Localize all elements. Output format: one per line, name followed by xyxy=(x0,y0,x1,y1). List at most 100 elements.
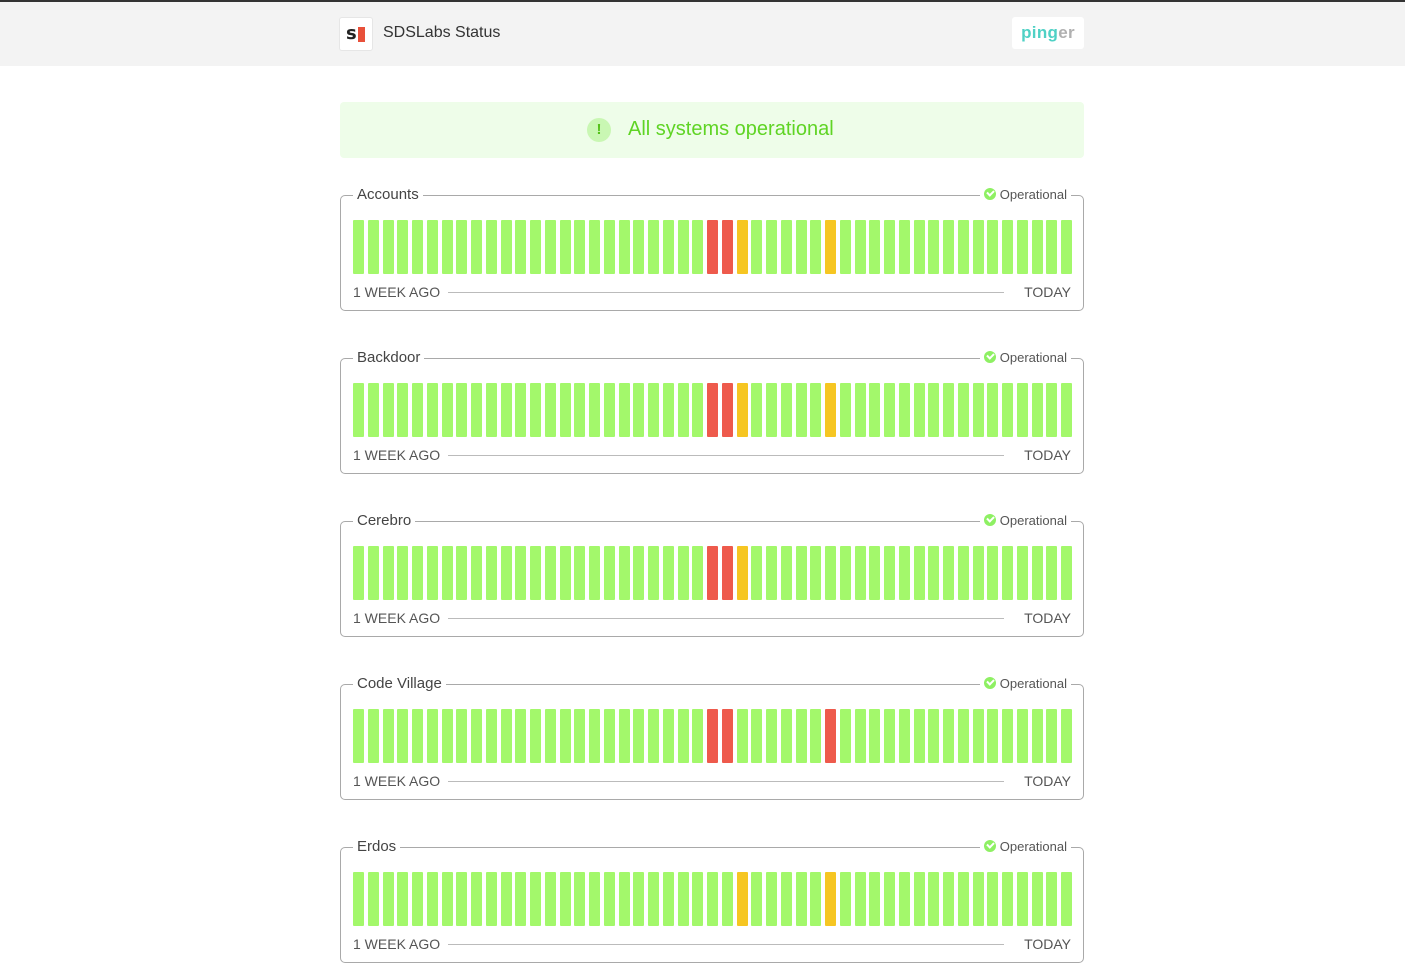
uptime-bar[interactable] xyxy=(1016,709,1028,763)
uptime-bar[interactable] xyxy=(707,546,718,600)
uptime-bar[interactable] xyxy=(884,709,895,763)
uptime-bar[interactable] xyxy=(426,220,438,274)
uptime-bar[interactable] xyxy=(825,546,836,600)
uptime-bar[interactable] xyxy=(928,383,940,437)
uptime-bar[interactable] xyxy=(839,709,851,763)
uptime-bar[interactable] xyxy=(721,546,733,600)
uptime-bar[interactable] xyxy=(766,220,777,274)
uptime-bar[interactable] xyxy=(795,220,807,274)
uptime-bar[interactable] xyxy=(692,546,704,600)
uptime-bar[interactable] xyxy=(574,383,586,437)
uptime-bar[interactable] xyxy=(795,546,807,600)
uptime-bar[interactable] xyxy=(1061,220,1072,274)
uptime-bar[interactable] xyxy=(795,383,807,437)
uptime-bar[interactable] xyxy=(412,709,423,763)
uptime-bar[interactable] xyxy=(441,383,453,437)
uptime-bar[interactable] xyxy=(854,872,866,926)
uptime-bar[interactable] xyxy=(633,546,645,600)
uptime-bar[interactable] xyxy=(780,709,792,763)
uptime-bar[interactable] xyxy=(721,220,733,274)
uptime-bar[interactable] xyxy=(869,709,881,763)
uptime-bar[interactable] xyxy=(943,872,954,926)
uptime-bar[interactable] xyxy=(441,709,453,763)
uptime-bar[interactable] xyxy=(471,872,482,926)
uptime-bar[interactable] xyxy=(913,546,925,600)
uptime-bar[interactable] xyxy=(707,220,718,274)
uptime-bar[interactable] xyxy=(530,709,541,763)
uptime-bar[interactable] xyxy=(353,220,364,274)
uptime-bar[interactable] xyxy=(412,872,423,926)
uptime-bar[interactable] xyxy=(707,383,718,437)
uptime-bar[interactable] xyxy=(485,709,497,763)
uptime-bar[interactable] xyxy=(780,546,792,600)
uptime-bar[interactable] xyxy=(485,872,497,926)
uptime-bar[interactable] xyxy=(972,709,984,763)
uptime-bar[interactable] xyxy=(662,220,674,274)
uptime-bar[interactable] xyxy=(353,383,364,437)
uptime-bar[interactable] xyxy=(810,709,822,763)
uptime-bar[interactable] xyxy=(603,546,615,600)
uptime-bar[interactable] xyxy=(898,383,910,437)
uptime-bar[interactable] xyxy=(677,709,689,763)
uptime-bar[interactable] xyxy=(1031,220,1043,274)
uptime-bar[interactable] xyxy=(1016,220,1028,274)
uptime-bar[interactable] xyxy=(589,709,600,763)
uptime-bar[interactable] xyxy=(662,383,674,437)
uptime-bar[interactable] xyxy=(692,383,704,437)
uptime-bar[interactable] xyxy=(780,872,792,926)
uptime-bar[interactable] xyxy=(515,383,527,437)
uptime-bar[interactable] xyxy=(382,709,394,763)
uptime-bar[interactable] xyxy=(957,872,969,926)
uptime-bar[interactable] xyxy=(736,709,748,763)
uptime-bar[interactable] xyxy=(736,220,748,274)
uptime-bar[interactable] xyxy=(603,872,615,926)
uptime-bar[interactable] xyxy=(500,546,512,600)
uptime-bar[interactable] xyxy=(810,383,822,437)
uptime-bar[interactable] xyxy=(618,709,630,763)
uptime-bar[interactable] xyxy=(441,872,453,926)
uptime-bar[interactable] xyxy=(662,709,674,763)
uptime-bar[interactable] xyxy=(884,872,895,926)
uptime-bar[interactable] xyxy=(913,383,925,437)
uptime-bar[interactable] xyxy=(957,709,969,763)
uptime-bar[interactable] xyxy=(574,220,586,274)
uptime-bar[interactable] xyxy=(795,709,807,763)
uptime-bar[interactable] xyxy=(1061,872,1072,926)
uptime-bar[interactable] xyxy=(382,220,394,274)
uptime-bar[interactable] xyxy=(500,383,512,437)
uptime-bar[interactable] xyxy=(766,872,777,926)
uptime-bar[interactable] xyxy=(515,872,527,926)
uptime-bar[interactable] xyxy=(928,709,940,763)
uptime-bar[interactable] xyxy=(869,546,881,600)
uptime-bar[interactable] xyxy=(810,220,822,274)
uptime-bar[interactable] xyxy=(500,220,512,274)
uptime-bar[interactable] xyxy=(485,546,497,600)
uptime-bar[interactable] xyxy=(1002,383,1013,437)
uptime-bar[interactable] xyxy=(854,709,866,763)
uptime-bar[interactable] xyxy=(1031,872,1043,926)
uptime-bar[interactable] xyxy=(751,872,763,926)
uptime-bar[interactable] xyxy=(618,383,630,437)
uptime-bar[interactable] xyxy=(441,220,453,274)
uptime-bar[interactable] xyxy=(825,709,836,763)
uptime-bar[interactable] xyxy=(500,872,512,926)
uptime-bar[interactable] xyxy=(530,383,541,437)
uptime-bar[interactable] xyxy=(574,709,586,763)
uptime-bar[interactable] xyxy=(943,220,954,274)
uptime-bar[interactable] xyxy=(397,220,409,274)
uptime-bar[interactable] xyxy=(854,546,866,600)
uptime-bar[interactable] xyxy=(810,546,822,600)
uptime-bar[interactable] xyxy=(485,220,497,274)
uptime-bar[interactable] xyxy=(559,546,571,600)
uptime-bar[interactable] xyxy=(544,872,556,926)
uptime-bar[interactable] xyxy=(530,546,541,600)
uptime-bar[interactable] xyxy=(869,872,881,926)
uptime-bar[interactable] xyxy=(1031,546,1043,600)
uptime-bar[interactable] xyxy=(618,220,630,274)
uptime-bar[interactable] xyxy=(1046,220,1058,274)
uptime-bar[interactable] xyxy=(928,220,940,274)
uptime-bar[interactable] xyxy=(530,220,541,274)
uptime-bar[interactable] xyxy=(972,872,984,926)
uptime-bar[interactable] xyxy=(825,872,836,926)
uptime-bar[interactable] xyxy=(648,709,659,763)
